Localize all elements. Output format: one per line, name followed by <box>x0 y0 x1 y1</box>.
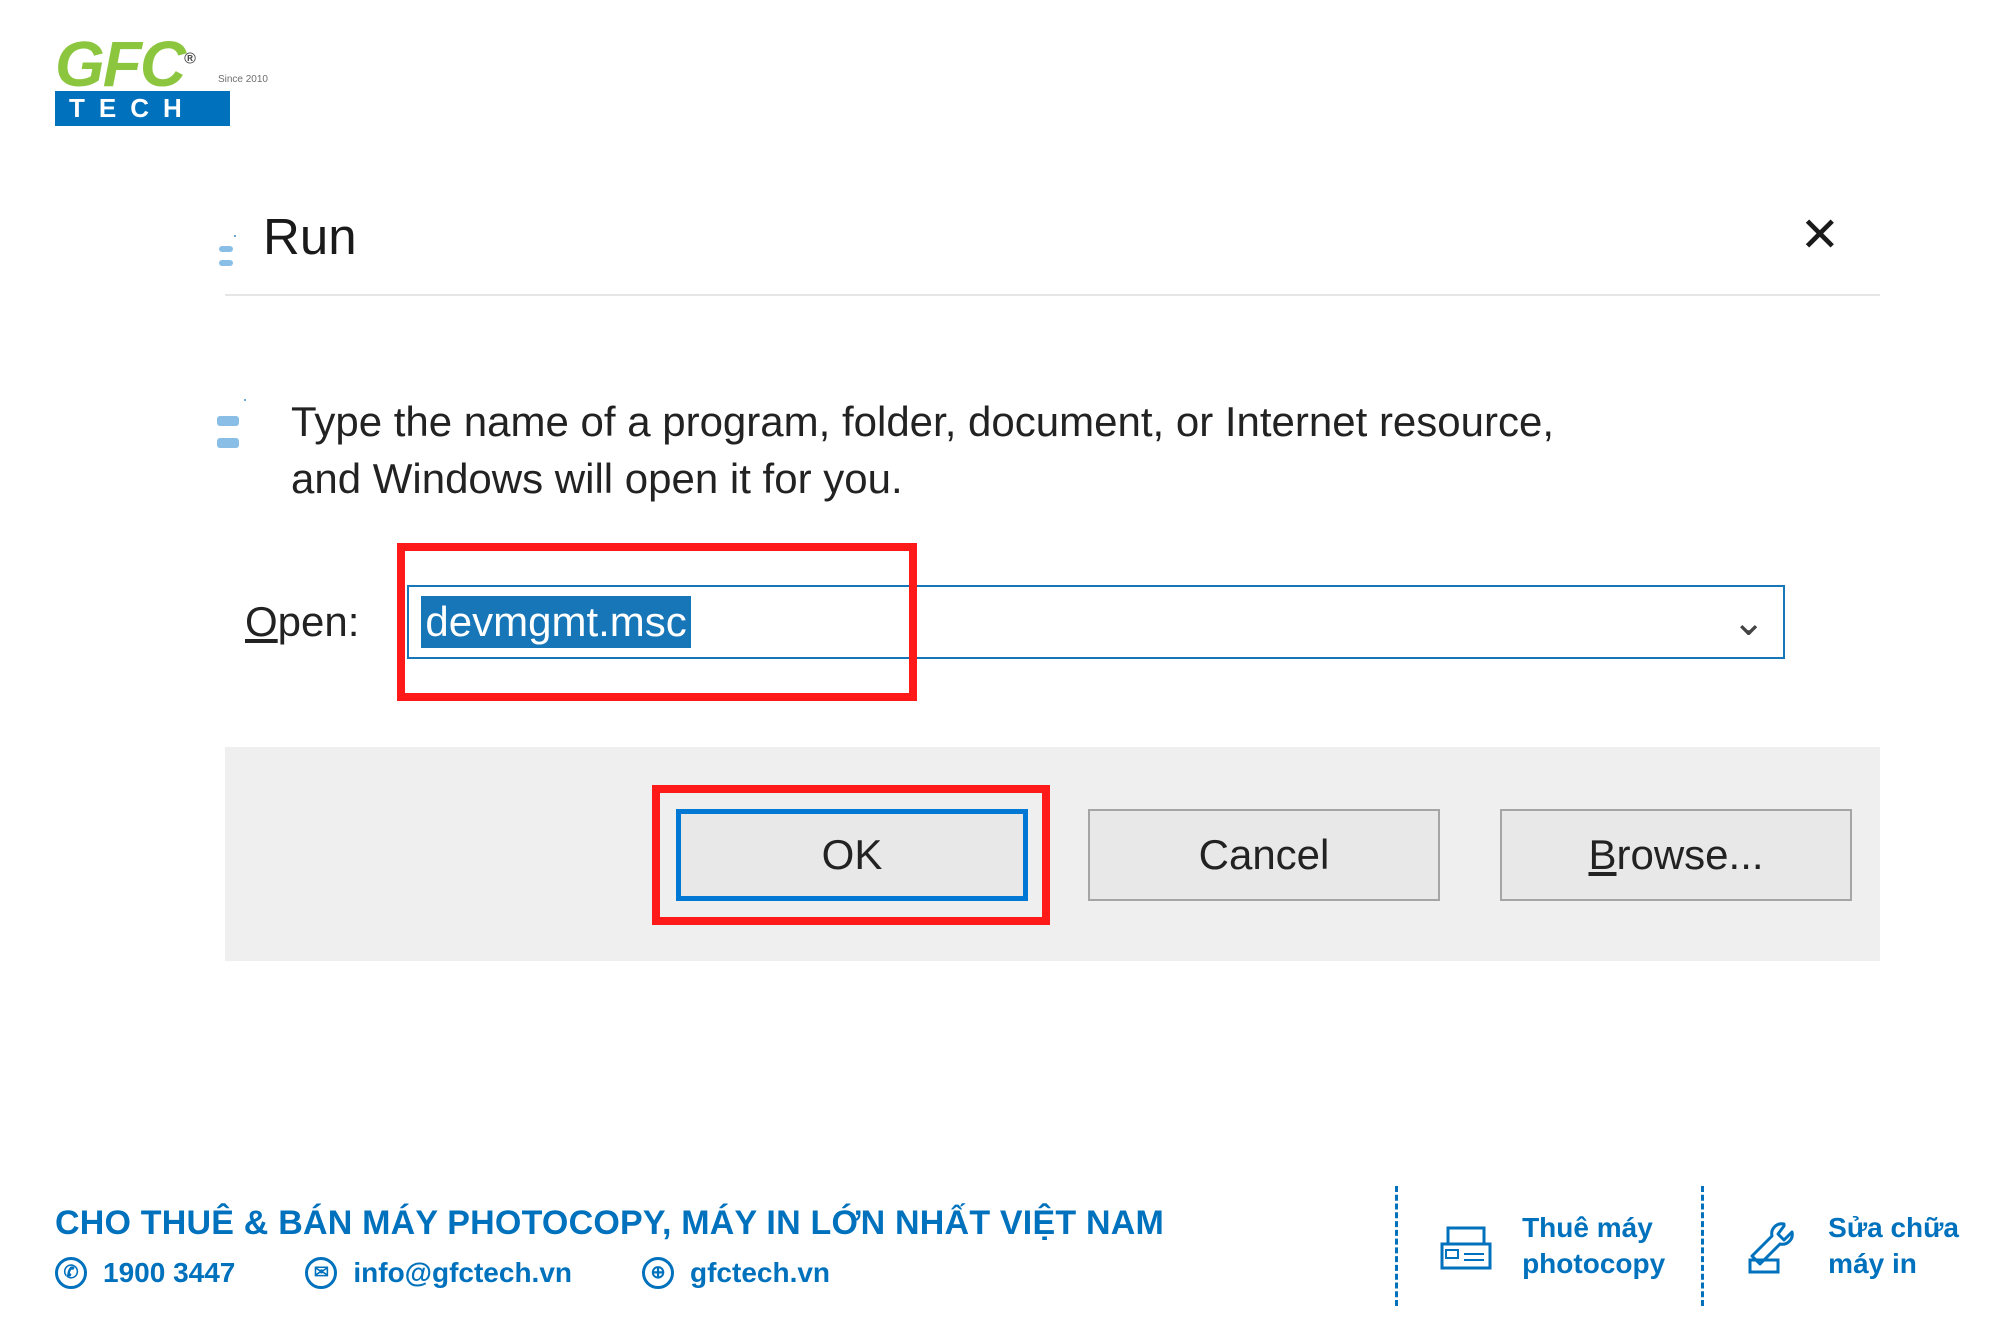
svc1-text: Thuê máy photocopy <box>1522 1210 1665 1283</box>
dialog-body: Type the name of a program, folder, docu… <box>225 296 1880 567</box>
open-field-wrap: devmgmt.msc ⌄ <box>407 585 1785 659</box>
mail-icon: ✉ <box>305 1257 337 1289</box>
email-text: info@gfctech.vn <box>353 1257 572 1289</box>
logo-top-text: GFC <box>55 28 184 100</box>
copier-icon <box>1434 1214 1498 1278</box>
run-dialog: Run ✕ Type the name of a program, folder… <box>225 200 1880 961</box>
separator-2 <box>1701 1186 1704 1306</box>
info-bar: CHO THUÊ & BÁN MÁY PHOTOCOPY, MÁY IN LỚN… <box>0 1158 1999 1333</box>
infobar-main: CHO THUÊ & BÁN MÁY PHOTOCOPY, MÁY IN LỚN… <box>55 1204 1359 1289</box>
logo-tagline: Since 2010 <box>218 74 268 85</box>
browse-button[interactable]: Browse... <box>1500 809 1852 901</box>
browse-label: Browse... <box>1588 831 1763 879</box>
open-value[interactable]: devmgmt.msc <box>421 596 690 648</box>
button-bar: OK Cancel Browse... <box>225 747 1880 961</box>
svc1-line2: photocopy <box>1522 1246 1665 1282</box>
contact-phone: ✆ 1900 3447 <box>55 1257 235 1289</box>
dialog-title: Run <box>263 207 357 266</box>
logo-top: GFC® <box>55 42 240 87</box>
site-text: gfctech.vn <box>690 1257 830 1289</box>
logo-sub: TECH <box>55 91 230 126</box>
ok-button[interactable]: OK <box>676 809 1028 901</box>
ok-wrap: OK <box>676 809 1028 901</box>
logo-registered: ® <box>184 51 194 68</box>
cancel-label: Cancel <box>1199 831 1330 879</box>
close-icon[interactable]: ✕ <box>1790 206 1850 266</box>
contacts: ✆ 1900 3447 ✉ info@gfctech.vn ⊕ gfctech.… <box>55 1257 1359 1289</box>
instruction-text: Type the name of a program, folder, docu… <box>291 394 1621 507</box>
globe-icon: ⊕ <box>642 1257 674 1289</box>
contact-site: ⊕ gfctech.vn <box>642 1257 830 1289</box>
brand-logo: GFC® Since 2010 TECH <box>55 42 240 126</box>
open-row: Open: devmgmt.msc ⌄ <box>225 567 1880 747</box>
contact-email: ✉ info@gfctech.vn <box>305 1257 572 1289</box>
ok-label: OK <box>822 831 883 879</box>
service-rent: Thuê máy photocopy <box>1434 1210 1665 1283</box>
svc2-text: Sửa chữa máy in <box>1828 1210 1959 1283</box>
svc2-line1: Sửa chữa <box>1828 1210 1959 1246</box>
cancel-button[interactable]: Cancel <box>1088 809 1440 901</box>
svc2-line2: máy in <box>1828 1246 1959 1282</box>
service-repair: Sửa chữa máy in <box>1740 1210 1959 1283</box>
chevron-down-icon[interactable]: ⌄ <box>1732 599 1766 645</box>
phone-icon: ✆ <box>55 1257 87 1289</box>
infobar-headline: CHO THUÊ & BÁN MÁY PHOTOCOPY, MÁY IN LỚN… <box>55 1204 1359 1243</box>
titlebar: Run ✕ <box>225 200 1880 296</box>
open-rest: pen: <box>278 598 360 645</box>
wrench-icon <box>1740 1214 1804 1278</box>
svc1-line1: Thuê máy <box>1522 1210 1665 1246</box>
separator-1 <box>1395 1186 1398 1306</box>
open-combobox[interactable]: devmgmt.msc ⌄ <box>407 585 1785 659</box>
titlebar-left: Run <box>235 207 357 266</box>
browse-accel: B <box>1588 831 1616 878</box>
open-accel: O <box>245 598 278 645</box>
open-label: Open: <box>245 598 359 646</box>
phone-text: 1900 3447 <box>103 1257 235 1289</box>
browse-rest: rowse... <box>1616 831 1763 878</box>
